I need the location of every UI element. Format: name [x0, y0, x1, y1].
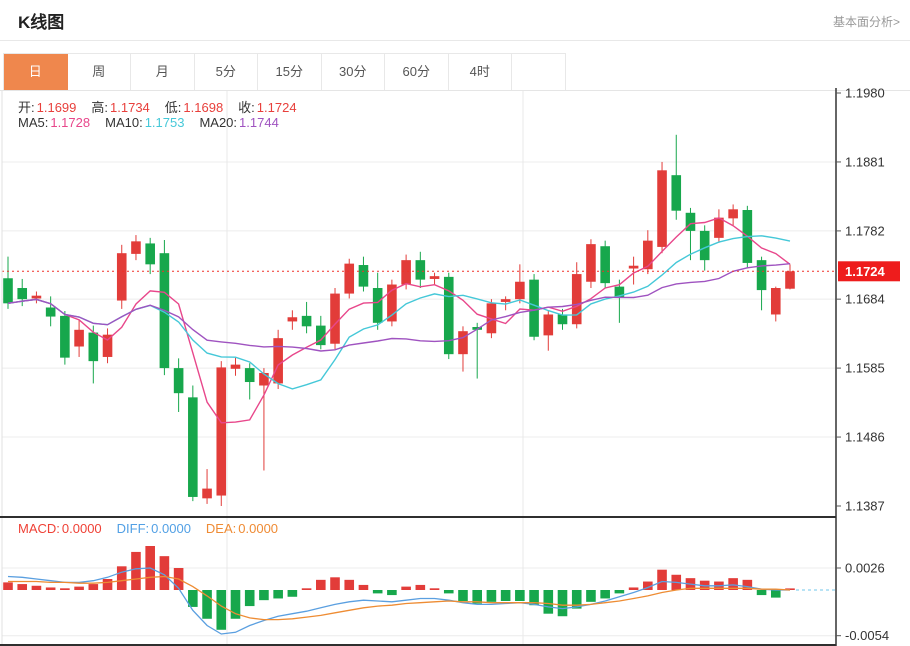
legend-item: DEA:0.0000	[206, 521, 278, 536]
ma-legend: MA5:1.1728 MA10:1.1753 MA20:1.1744	[18, 115, 294, 130]
price-axis-labels: 1.1980 1.1881 1.1782 1.1684 1.1585 1.1486 1.13…	[836, 86, 889, 644]
macd-histogram	[3, 546, 795, 630]
axis-label: 0.0026	[845, 561, 885, 576]
axis-label: 1.1387	[845, 499, 885, 514]
legend-item: 开:1.1699	[18, 97, 76, 116]
legend-item: 高:1.1734	[91, 97, 149, 116]
macd-legend: MACD:0.0000 DIFF:0.0000 DEA:0.0000	[18, 521, 293, 536]
candles	[3, 135, 795, 506]
axis-label: 1.1881	[845, 154, 885, 169]
legend-item: MA5:1.1728	[18, 115, 90, 130]
panel-borders	[0, 88, 836, 646]
legend-item: DIFF:0.0000	[117, 521, 191, 536]
ma5-line	[8, 218, 790, 423]
axis-label: 1.1585	[845, 361, 885, 376]
legend-item: 收:1.1724	[238, 97, 296, 116]
legend-item: MA10:1.1753	[105, 115, 184, 130]
legend-item: MA20:1.1744	[199, 115, 278, 130]
ohlc-legend: 开:1.1699 高:1.1734 低:1.1698 收:1.1724	[18, 97, 312, 116]
kline-page: K线图 基本面分析> 日周月5分15分30分60分4时 1.19801.1881…	[0, 0, 910, 646]
gridlines	[2, 91, 836, 645]
last-price-badge: 1.1724	[838, 261, 900, 281]
legend-item: 低:1.1698	[165, 97, 223, 116]
axis-label: 1.1684	[845, 292, 885, 307]
axis-label: -0.0054	[845, 628, 889, 643]
legend-item: MACD:0.0000	[18, 521, 102, 536]
axis-label: 1.1782	[845, 223, 885, 238]
ma-lines	[8, 218, 790, 423]
last-price-label: 1.1724	[845, 264, 886, 279]
axis-label: 1.1486	[845, 430, 885, 445]
axis-label: 1.1980	[845, 86, 885, 101]
